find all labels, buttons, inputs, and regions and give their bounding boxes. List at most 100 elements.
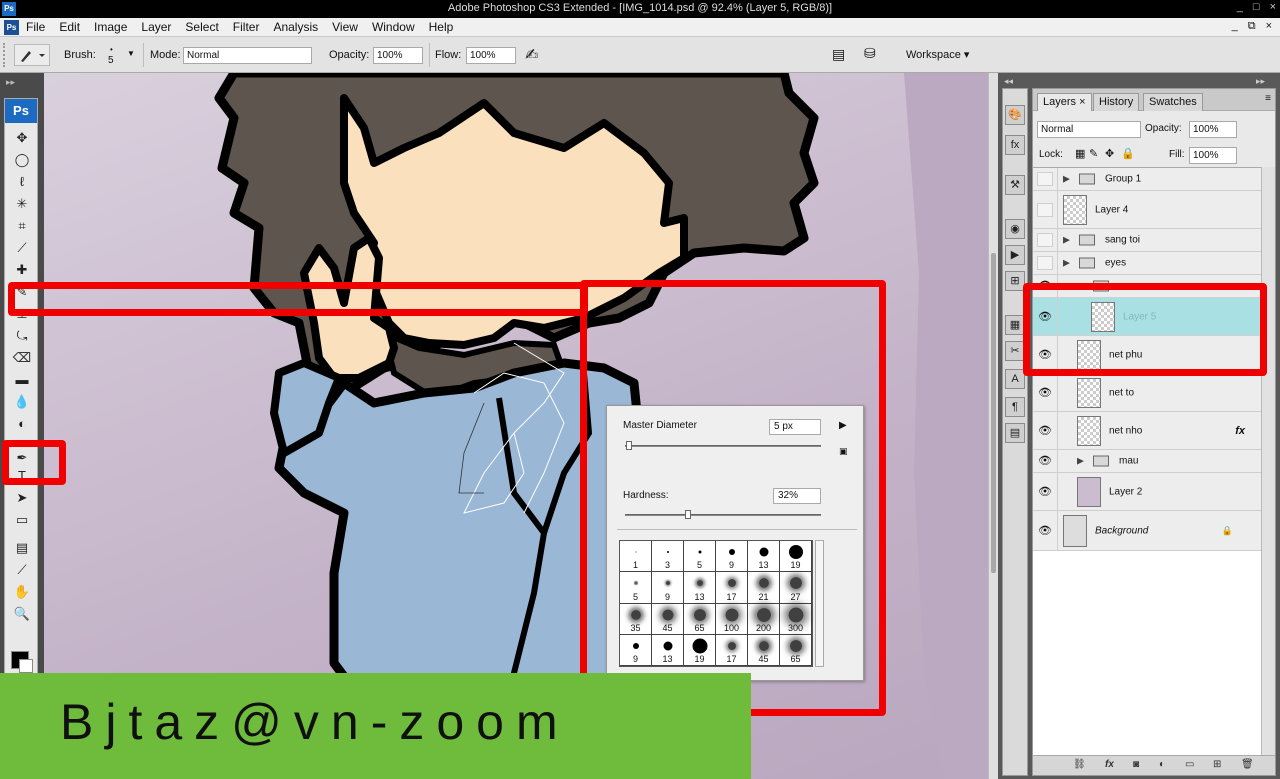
tab-history[interactable]: History [1093,93,1140,111]
doc-minimize-button[interactable]: _ [1232,20,1238,33]
brush-size-value[interactable]: 5 [108,55,114,66]
brush-preset[interactable]: 300 [780,603,812,635]
menu-select[interactable]: Select [185,20,218,34]
minimize-button[interactable]: _ [1237,1,1243,13]
expand-arrow-right-icon[interactable]: ▶ [1077,456,1084,467]
lasso-tool[interactable]: ℓ [12,173,32,191]
lock-all-icon[interactable]: 🔒 [1121,147,1135,160]
history-brush-tool[interactable]: ⤿ [12,327,32,345]
brush-preset[interactable]: 13 [748,541,780,573]
expand-arrow-right-icon[interactable]: ▶ [1063,235,1070,246]
brush-dropdown-icon[interactable]: ▼ [127,49,135,58]
brush-preset[interactable]: 19 [684,634,716,666]
close-button[interactable]: × [1270,1,1276,13]
blur-tool[interactable]: 💧 [12,393,32,411]
tab-swatches[interactable]: Swatches [1143,93,1203,111]
brush-preset[interactable]: 5 [684,541,716,573]
slice-tool[interactable]: ⟋ [12,239,32,257]
visibility-eye-icon[interactable]: 👁 [1037,386,1053,400]
link-layers-icon[interactable]: ⛓ [1073,759,1086,770]
brush-preset[interactable]: 100 [716,603,748,635]
layer-row[interactable]: 👁 net nho fx [1033,412,1261,450]
menu-edit[interactable]: Edit [59,20,80,34]
panel-menu-icon[interactable]: ≡ [1265,93,1271,104]
expand-arrow-right-icon[interactable]: ▶ [1063,258,1070,269]
visibility-eye-icon[interactable]: 👁 [1037,524,1053,538]
layer-group-row[interactable]: ▶ eyes [1033,252,1261,275]
tab-layers[interactable]: Layers × [1037,93,1092,111]
lock-transparent-icon[interactable]: ▦ [1075,147,1085,160]
layer-group-row[interactable]: 👁 ▶ mau [1033,450,1261,473]
styles-panel-icon[interactable]: fx [1005,135,1025,155]
tool-presets-panel-icon[interactable]: ⚒ [1005,175,1025,195]
blend-mode-select[interactable]: Normal [1037,121,1141,138]
layers-scrollbar[interactable] [1261,167,1275,757]
brush-preset[interactable]: 17 [716,634,748,666]
menu-layer[interactable]: Layer [141,20,171,34]
layer-group-row[interactable]: ▶ sang toi [1033,229,1261,252]
workspace-menu[interactable]: Workspace ▾ [906,48,969,61]
crop-tool[interactable]: ⌗ [12,217,32,235]
bridge-icon[interactable]: ⛁ [864,45,876,62]
visibility-eye-icon[interactable] [1037,233,1053,247]
visibility-eye-icon[interactable]: 👁 [1037,348,1053,362]
layer-row[interactable]: 👁 Layer 2 [1033,473,1261,511]
expand-arrow-right-icon[interactable]: ▶ [1063,174,1070,185]
marquee-tool[interactable]: ◯ [12,151,32,169]
airbrush-icon[interactable]: ✍ [525,45,538,65]
brush-preset[interactable]: 17 [716,572,748,604]
visibility-eye-icon[interactable] [1037,202,1053,217]
palette-well-icon[interactable]: ▤ [832,46,845,63]
eyedropper-tool[interactable]: ⟋ [12,561,32,579]
picker-menu-icon[interactable]: ▶ [839,420,847,431]
new-layer-icon[interactable]: ⊞ [1213,759,1221,770]
add-style-icon[interactable]: fx [1105,759,1114,770]
brush-tool[interactable]: ✎ [12,283,32,301]
visibility-eye-icon[interactable] [1037,172,1053,186]
hardness-field[interactable]: 32% [773,488,821,504]
layer-effects-icon[interactable]: fx [1235,425,1245,437]
doc-close-button[interactable]: × [1266,20,1272,33]
scrollbar-thumb[interactable] [991,253,996,573]
menu-view[interactable]: View [332,20,358,34]
brush-preset[interactable]: 9 [620,634,652,666]
brush-preset[interactable]: 45 [748,634,780,666]
brush-preset[interactable]: 21 [748,572,780,604]
opacity-field[interactable]: 100% [373,47,423,64]
brush-preset[interactable]: 65 [684,603,716,635]
adjustment-layer-icon[interactable]: ◐ [1159,759,1165,770]
healing-tool[interactable]: ✚ [12,261,32,279]
tool-preset-picker[interactable] [14,44,50,66]
eraser-tool[interactable]: ⌫ [12,349,32,367]
lock-position-icon[interactable]: ✥ [1105,147,1114,160]
pen-tool[interactable]: ✒ [12,449,32,467]
character-panel-icon[interactable]: A [1005,369,1025,389]
layer-group-row[interactable]: ▶ Group 1 [1033,168,1261,191]
menu-help[interactable]: Help [429,20,454,34]
brush-grid-scrollbar[interactable] [815,540,824,667]
maximize-button[interactable]: □ [1253,1,1260,13]
dodge-tool[interactable]: ◐ [12,415,32,433]
brush-preset[interactable]: 27 [780,572,812,604]
doc-restore-button[interactable]: ⧉ [1248,20,1256,33]
collapse-arrows-icon[interactable]: ▸▸ [6,77,15,88]
layer-row[interactable]: 👁 Background 🔒 [1033,511,1261,551]
brush-preset[interactable]: 13 [652,634,684,666]
paragraph-panel-icon[interactable]: ¶ [1005,397,1025,417]
visibility-eye-icon[interactable]: 👁 [1037,424,1053,438]
hand-tool[interactable]: ✋ [12,583,32,601]
notes-tool[interactable]: ▤ [12,539,32,557]
brush-preset[interactable]: 200 [748,603,780,635]
brush-preset[interactable]: 3 [652,541,684,573]
layer-row[interactable]: 👁 net to [1033,374,1261,412]
menu-filter[interactable]: Filter [233,20,260,34]
expand-arrow-down-icon[interactable]: ▼ [1077,281,1086,291]
brush-preset[interactable]: 13 [684,572,716,604]
brush-preset[interactable]: 45 [652,603,684,635]
gradient-tool[interactable]: ▬ [12,371,32,389]
brush-preset[interactable]: 9 [716,541,748,573]
expand-arrows-icon[interactable]: ▸▸ [1256,76,1265,87]
menu-analysis[interactable]: Analysis [273,20,318,34]
master-diameter-slider-knob[interactable] [625,441,632,450]
tool-options-panel-icon[interactable]: ✂ [1005,341,1025,361]
